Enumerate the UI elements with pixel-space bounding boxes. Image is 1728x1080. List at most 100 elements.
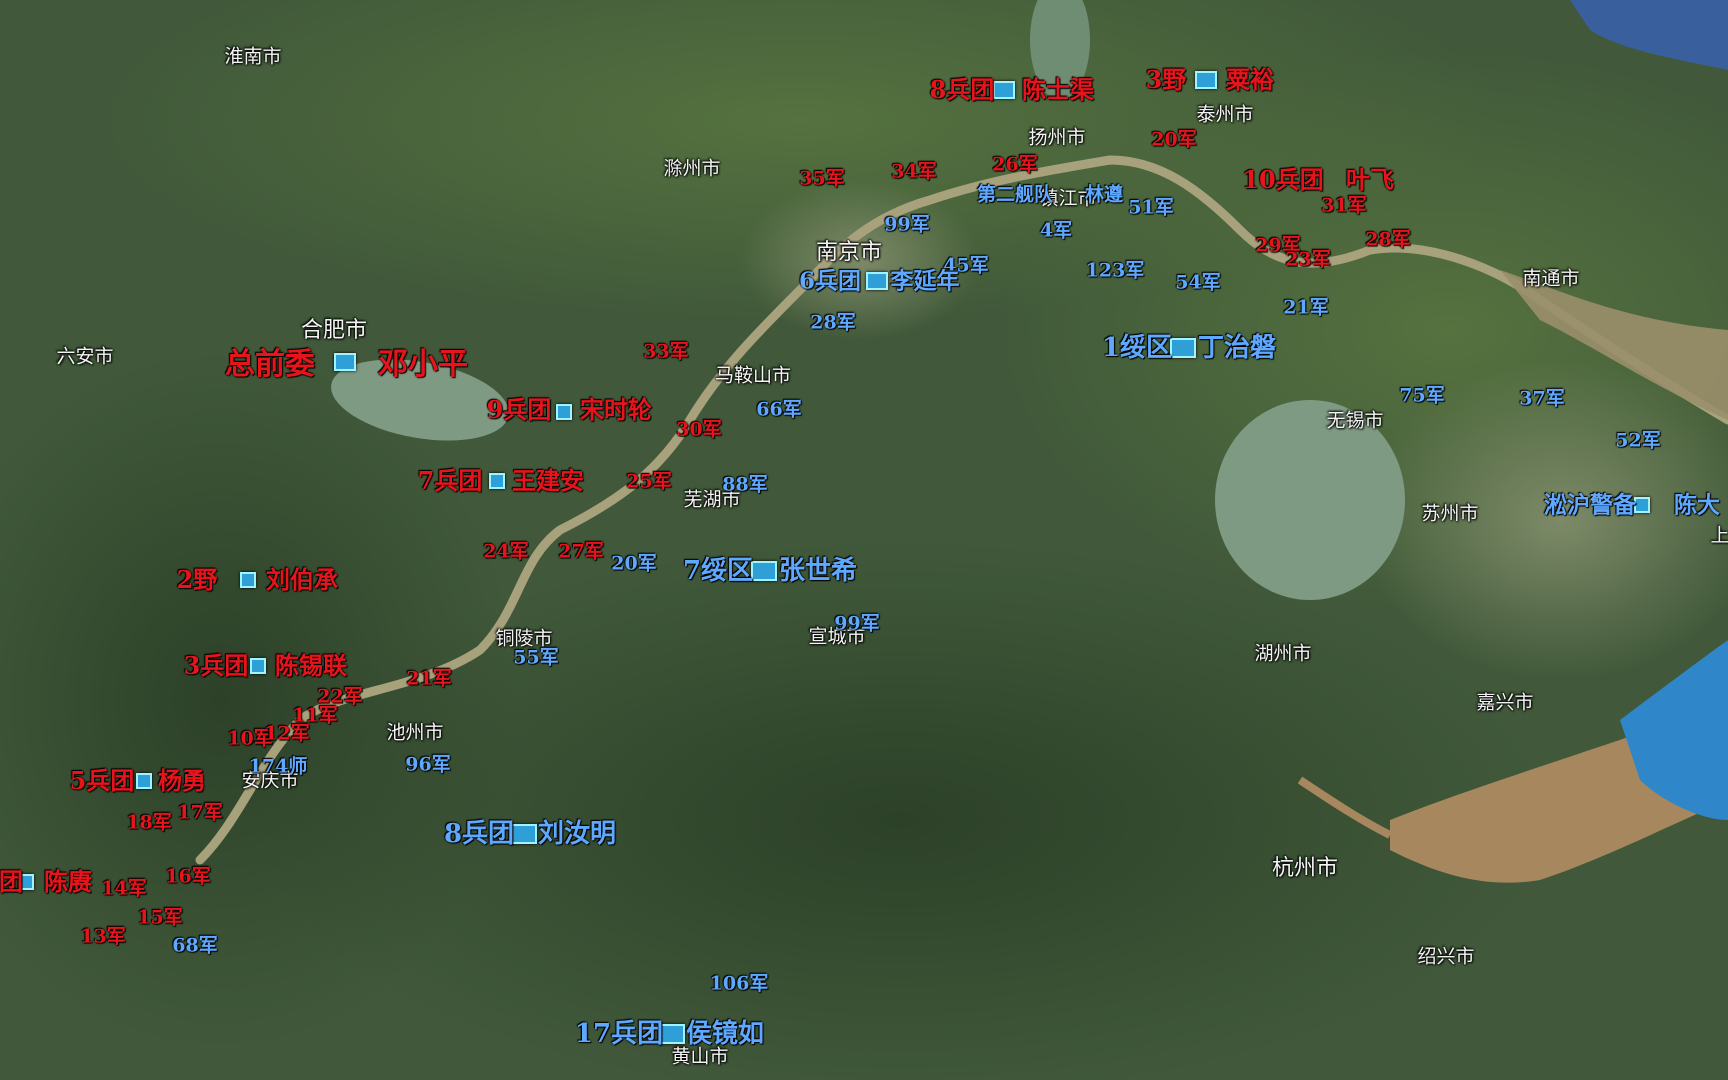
city-label: 合肥市: [300, 318, 368, 343]
red-unit-label: 12军: [264, 722, 310, 745]
blue-unit-label: 52军: [1615, 429, 1661, 452]
city-label: 黄山市: [671, 1045, 729, 1068]
red-unit-label: 28军: [1365, 228, 1411, 251]
blue-unit-label: 6兵团: [798, 267, 862, 295]
city-label: 绍兴市: [1417, 945, 1475, 968]
blue-unit-label: 68军: [172, 934, 218, 957]
blue-unit-label: 106军: [709, 972, 769, 995]
unit-marker-8th-corps-red[interactable]: [993, 81, 1015, 99]
red-unit-label: 16军: [165, 865, 211, 888]
red-unit-label: 34军: [891, 160, 937, 183]
blue-unit-label: 174师: [248, 755, 308, 778]
city-label: 湖州市: [1254, 642, 1312, 665]
blue-unit-label: 75军: [1399, 384, 1445, 407]
red-unit-label: 5兵团: [69, 766, 135, 795]
city-label: 杭州市: [1271, 856, 1339, 881]
satellite-terrain[interactable]: [0, 0, 1728, 1080]
red-unit-label: 叶飞: [1346, 165, 1394, 194]
red-unit-label: 粟裕: [1226, 65, 1274, 94]
city-label: 扬州市: [1028, 126, 1086, 149]
unit-marker-3rd-field-army[interactable]: [1195, 71, 1217, 89]
red-unit-label: 王建安: [512, 466, 584, 495]
red-unit-label: 邓小平: [378, 347, 468, 382]
unit-marker-6th-corps-blue[interactable]: [866, 272, 888, 290]
red-unit-label: 团: [0, 867, 23, 896]
blue-unit-label: 54军: [1175, 271, 1221, 294]
blue-unit-label: 123军: [1085, 259, 1145, 282]
red-unit-label: 刘伯承: [266, 565, 338, 594]
red-unit-label: 2野: [176, 565, 218, 594]
blue-unit-label: 66军: [756, 398, 802, 421]
blue-unit-label: 丁治磐: [1197, 333, 1277, 363]
blue-unit-label: 8兵团: [443, 819, 515, 849]
red-unit-label: 18军: [126, 811, 172, 834]
blue-unit-label: 96军: [405, 753, 451, 776]
blue-unit-label: 37军: [1519, 387, 1565, 410]
blue-unit-label: 51军: [1128, 196, 1174, 219]
blue-unit-label: 20军: [611, 552, 657, 575]
unit-marker-3rd-corps[interactable]: [250, 658, 266, 674]
red-unit-label: 24军: [483, 540, 529, 563]
red-unit-label: 陈赓: [44, 867, 92, 896]
red-unit-label: 3兵团: [183, 651, 249, 680]
city-label: 南京市: [815, 240, 883, 265]
red-unit-label: 宋时轮: [580, 395, 652, 424]
red-unit-label: 17军: [177, 801, 223, 824]
blue-unit-label: 99军: [884, 213, 930, 236]
red-unit-label: 26军: [992, 153, 1038, 176]
red-unit-label: 21军: [406, 667, 452, 690]
city-label: 无锡市: [1326, 409, 1384, 432]
red-unit-label: 7兵团: [417, 466, 483, 495]
blue-unit-label: 第二舰队: [976, 183, 1054, 206]
unit-marker-9th-corps[interactable]: [556, 404, 572, 420]
red-unit-label: 23军: [1285, 248, 1331, 271]
city-label: 池州市: [386, 721, 444, 744]
city-label: 马鞍山市: [714, 364, 792, 387]
unit-marker-7th-pacification[interactable]: [751, 561, 777, 581]
red-unit-label: 33军: [643, 340, 689, 363]
red-unit-label: 13军: [80, 925, 126, 948]
city-label: 苏州市: [1421, 502, 1479, 525]
red-unit-label: 陈士渠: [1022, 75, 1094, 104]
unit-marker-2nd-field-army[interactable]: [240, 572, 256, 588]
unit-marker-7th-corps-red[interactable]: [489, 473, 505, 489]
unit-marker-songhu-garrison[interactable]: [1634, 497, 1650, 513]
unit-marker-5th-corps[interactable]: [136, 773, 152, 789]
blue-unit-label: 88军: [722, 473, 768, 496]
blue-unit-label: 4军: [1039, 219, 1073, 242]
blue-unit-label: 张世希: [778, 556, 858, 586]
red-unit-label: 8兵团: [929, 75, 995, 104]
blue-unit-label: 李延年: [890, 267, 960, 295]
city-label: 泰州市: [1196, 103, 1254, 126]
red-unit-label: 20军: [1151, 128, 1197, 151]
red-unit-label: 9兵团: [486, 395, 552, 424]
city-label: 六安市: [56, 345, 114, 368]
map-view[interactable]: 淮南市 滁州市 扬州市 泰州市 镇江市 南京市 南通市 合肥市 六安市 马鞍山市…: [0, 0, 1728, 1080]
blue-unit-label: 17兵团: [574, 1019, 664, 1049]
unit-marker-general-front-committee[interactable]: [334, 353, 356, 371]
red-unit-label: 25军: [626, 470, 672, 493]
red-unit-label: 杨勇: [158, 766, 206, 795]
blue-unit-label: 55军: [513, 646, 559, 669]
unit-marker-8th-corps-blue[interactable]: [511, 824, 537, 844]
blue-unit-label: 1绥区: [1101, 333, 1173, 363]
red-unit-label: 3野: [1145, 65, 1187, 94]
red-unit-label: 总前委: [225, 347, 315, 382]
blue-unit-label: 林遵: [1084, 183, 1124, 206]
red-unit-label: 陈锡联: [275, 651, 347, 680]
city-label: 滁州市: [663, 157, 721, 180]
red-unit-label: 27军: [558, 540, 604, 563]
blue-unit-label: 7绥区: [682, 556, 754, 586]
blue-unit-label: 陈大: [1674, 491, 1720, 519]
city-label: 上: [1710, 524, 1728, 547]
red-unit-label: 31军: [1321, 194, 1367, 217]
red-unit-label: 15军: [137, 906, 183, 929]
blue-unit-label: 99军: [834, 612, 880, 635]
city-label: 淮南市: [224, 45, 282, 68]
blue-unit-label: 侯镜如: [685, 1019, 765, 1049]
unit-marker-1st-pacification[interactable]: [1170, 338, 1196, 358]
city-label: 南通市: [1522, 267, 1580, 290]
blue-unit-label: 28军: [810, 311, 856, 334]
blue-unit-label: 刘汝明: [537, 819, 617, 849]
red-unit-label: 10兵团: [1242, 165, 1324, 194]
